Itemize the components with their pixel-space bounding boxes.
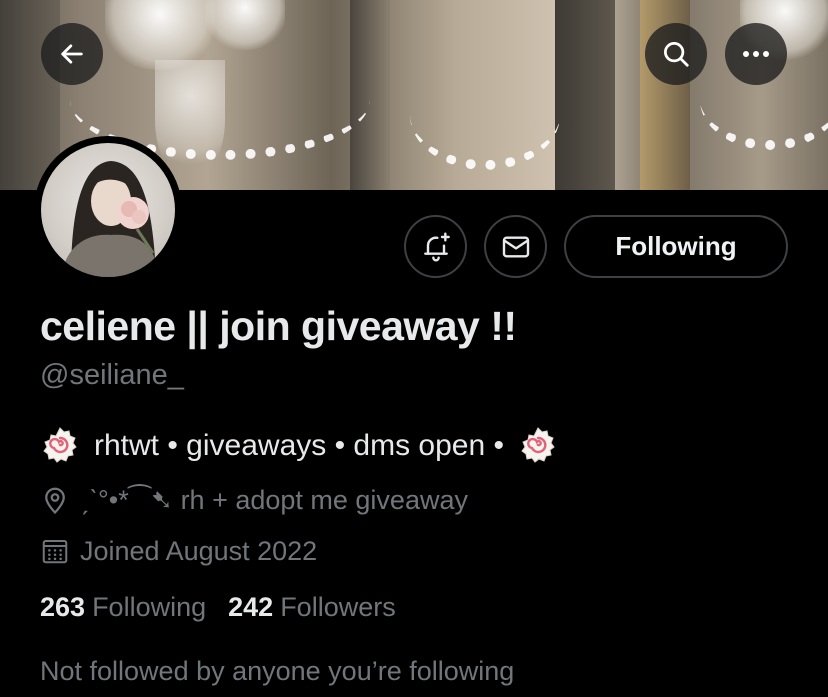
calendar-icon (42, 540, 68, 564)
back-button[interactable] (41, 23, 103, 85)
fishcake-emoji-icon (43, 427, 77, 463)
avatar (41, 143, 175, 277)
following-stat-link[interactable]: 263 Following (40, 592, 206, 623)
more-button[interactable] (725, 23, 787, 85)
envelope-icon (502, 235, 529, 258)
followers-stat-link[interactable]: 242 Followers (228, 592, 396, 623)
message-button[interactable] (484, 215, 547, 278)
mutual-followers-note: Not followed by anyone you’re following (40, 656, 515, 686)
followers-label: Followers (280, 592, 396, 622)
joined-text: Joined August 2022 (80, 535, 318, 566)
profile-location: ˏˋ°•*⁀➷ rh + adopt me giveaway (40, 480, 468, 520)
garland (410, 60, 560, 170)
arrow-left-icon (61, 44, 83, 64)
profile-joined: Joined August 2022 (40, 531, 317, 571)
banner-pillar (555, 0, 615, 190)
followers-count: 242 (228, 592, 274, 622)
location-text: ˏˋ°•*⁀➷ rh + adopt me giveaway (80, 484, 468, 515)
fishcake-emoji-icon (521, 427, 555, 463)
avatar-portrait (61, 161, 159, 277)
search-button[interactable] (645, 23, 707, 85)
more-horizontal-icon (743, 51, 769, 57)
avatar-container[interactable] (34, 136, 182, 284)
location-pin-icon (45, 487, 65, 515)
follow-stats: 263 Following 242 Followers (40, 592, 396, 623)
bell-plus-icon (423, 231, 450, 261)
notifications-button[interactable] (404, 215, 467, 278)
display-name: celiene || join giveaway !! (40, 303, 517, 349)
bio-text: rhtwt • giveaways • dms open • (94, 429, 505, 462)
following-label: Following (92, 592, 207, 622)
search-icon (664, 42, 689, 67)
username-handle: @seiliane_ (40, 359, 184, 391)
following-count: 263 (40, 592, 86, 622)
following-button[interactable]: Following (564, 215, 788, 278)
profile-bio: rhtwt • giveaways • dms open • (40, 424, 558, 468)
